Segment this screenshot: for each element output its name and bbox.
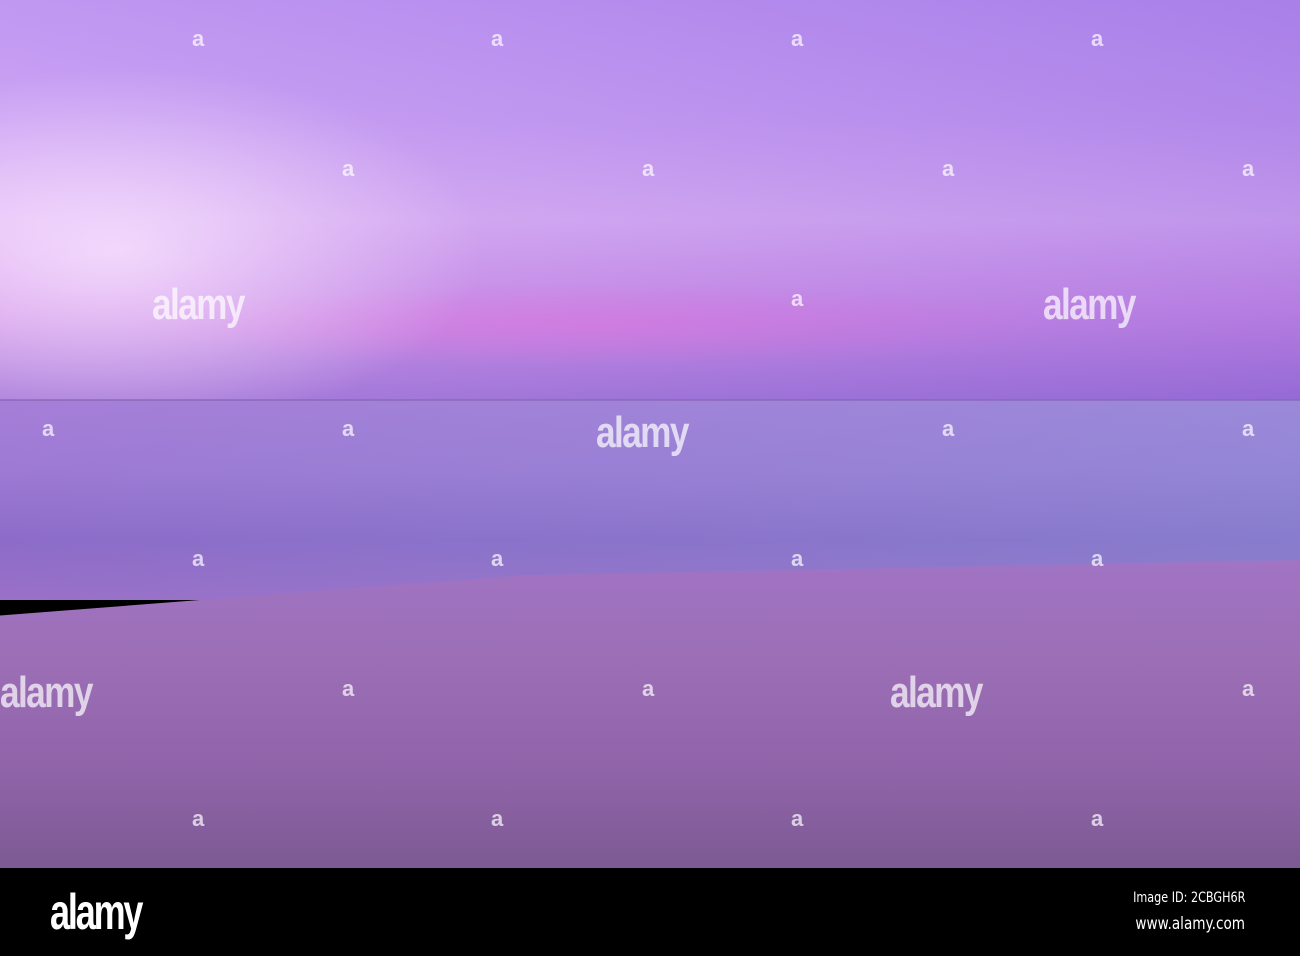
alamy-mark-watermark: a	[192, 26, 205, 51]
alamy-mark-watermark: a	[342, 156, 355, 181]
beach-sunset-photo: alamy alamy alamy alamy alamy a a a a a a a a a a a a a a a…	[0, 0, 1300, 868]
footer-bar: alamy Image ID: 2CBGH6R www.alamy.com	[0, 868, 1300, 956]
alamy-mark-watermark: a	[1242, 676, 1255, 701]
alamy-mark-watermark: a	[791, 546, 804, 571]
alamy-mark-watermark: a	[791, 286, 804, 311]
alamy-mark-watermark: a	[791, 26, 804, 51]
site-url[interactable]: www.alamy.com	[1135, 914, 1245, 934]
alamy-watermark: alamy	[596, 408, 689, 457]
alamy-watermark: alamy	[0, 668, 93, 717]
alamy-mark-watermark: a	[342, 416, 355, 441]
alamy-watermark: alamy	[890, 668, 983, 717]
alamy-mark-watermark: a	[642, 676, 655, 701]
alamy-mark-watermark: a	[1091, 806, 1104, 831]
alamy-mark-watermark: a	[942, 416, 955, 441]
alamy-mark-watermark: a	[491, 806, 504, 831]
alamy-mark-watermark: a	[791, 806, 804, 831]
alamy-mark-watermark: a	[491, 26, 504, 51]
alamy-mark-watermark: a	[491, 546, 504, 571]
alamy-mark-watermark: a	[1091, 26, 1104, 51]
sky	[0, 0, 1300, 400]
alamy-mark-watermark: a	[192, 546, 205, 571]
alamy-mark-watermark: a	[1242, 416, 1255, 441]
image-id: Image ID: 2CBGH6R	[1132, 890, 1245, 906]
alamy-mark-watermark: a	[1242, 156, 1255, 181]
horizon-line	[0, 399, 1300, 401]
alamy-mark-watermark: a	[1091, 546, 1104, 571]
alamy-mark-watermark: a	[642, 156, 655, 181]
alamy-watermark: alamy	[152, 280, 245, 329]
alamy-mark-watermark: a	[192, 806, 205, 831]
alamy-mark-watermark: a	[942, 156, 955, 181]
alamy-logo: alamy	[50, 884, 143, 940]
alamy-mark-watermark: a	[342, 676, 355, 701]
alamy-mark-watermark: a	[42, 416, 55, 441]
alamy-watermark: alamy	[1043, 280, 1136, 329]
